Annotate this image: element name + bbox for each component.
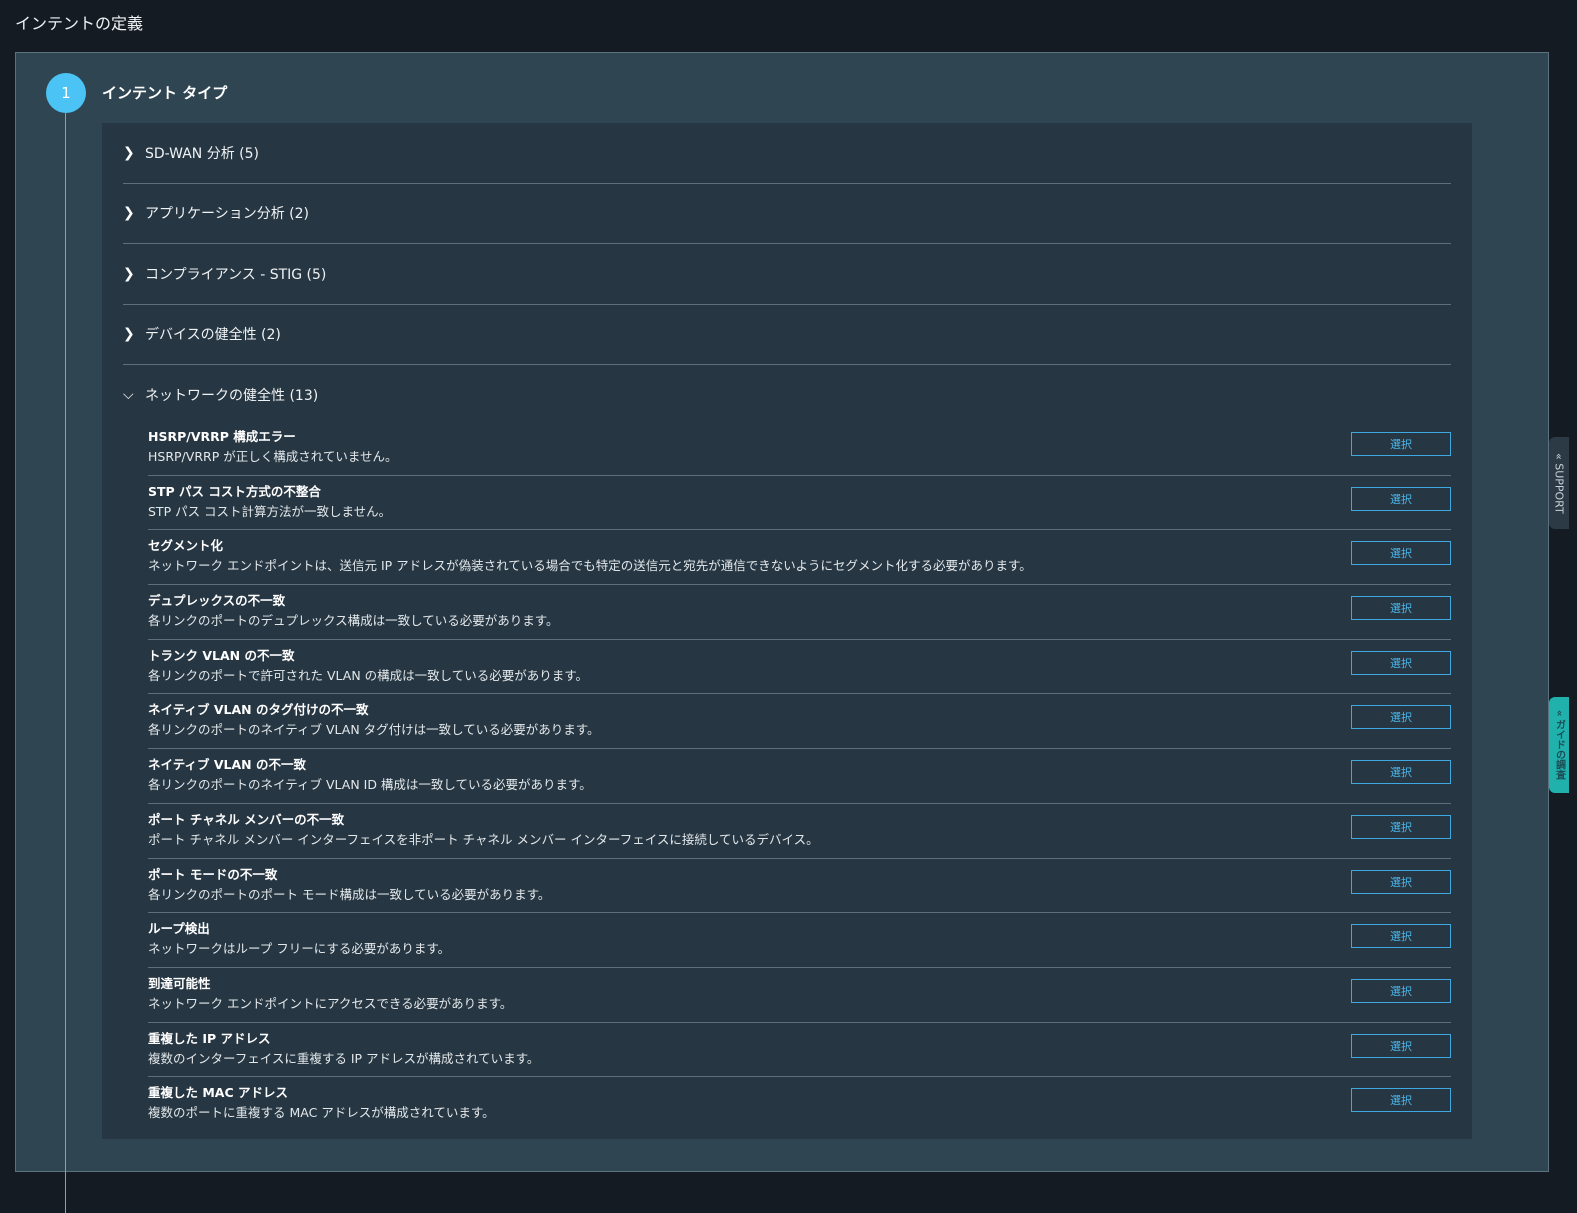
select-button[interactable]: 選択 (1351, 541, 1451, 566)
page-title: インテントの定義 (15, 14, 144, 33)
intent-title: ポート チャネル メンバーの不一致 (148, 811, 345, 827)
intent-list-item: トランク VLAN の不一致各リンクのポートで許可された VLAN の構成は一致… (148, 640, 1451, 695)
intent-list-item: ポート モードの不一致各リンクのポートのポート モード構成は一致している必要があ… (148, 859, 1451, 914)
chevron-right-icon: ❯ (123, 205, 135, 222)
intent-title: ループ検出 (148, 921, 210, 937)
intent-list-item: 重複した MAC アドレス複数のポートに重複する MAC アドレスが構成されてい… (148, 1077, 1451, 1132)
intent-type-list: ❯ SD-WAN 分析 (5) ❯ アプリケーション分析 (2) ❯ コンプライアンス -… (102, 123, 1472, 1139)
intent-description: STP パス コスト計算方法が一致しません。 (148, 503, 392, 519)
intent-title: ネイティブ VLAN の不一致 (148, 757, 306, 773)
category-label: ネットワークの健全性 (13) (145, 388, 319, 404)
chevron-right-icon: ❯ (123, 326, 135, 343)
intent-title: デュプレックスの不一致 (148, 593, 286, 609)
intent-description: HSRP/VRRP が正しく構成されていません。 (148, 449, 398, 464)
select-button[interactable]: 選択 (1351, 432, 1451, 456)
intent-description: 複数のポートに重複する MAC アドレスが構成されています。 (148, 1105, 495, 1121)
select-button[interactable]: 選択 (1351, 760, 1451, 785)
intent-description: 各リンクのポートのネイティブ VLAN タグ付けは一致している必要があります。 (148, 722, 600, 738)
select-button[interactable]: 選択 (1351, 705, 1451, 730)
intent-title: ポート モードの不一致 (148, 866, 278, 882)
intent-list-item: ネイティブ VLAN のタグ付けの不一致各リンクのポートのネイティブ VLAN … (148, 694, 1451, 750)
select-button[interactable]: 選択 (1351, 924, 1451, 949)
intent-title: HSRP/VRRP 構成エラー (148, 429, 296, 444)
intent-list-item: STP パス コスト方式の不整合 STP パス コスト計算方法が一致しません。 選択 (148, 476, 1451, 531)
category-label: デバイスの健全性 (2) (145, 327, 281, 344)
intent-description: ネットワーク エンドポイントは、送信元 IP アドレスが偽装されている場合でも特… (148, 558, 1032, 574)
intent-description: 複数のインターフェイスに重複する IP アドレスが構成されています。 (148, 1050, 540, 1066)
select-button[interactable]: 選択 (1351, 978, 1451, 1003)
intent-title: 重複した MAC アドレス (148, 1085, 288, 1101)
chevron-right-icon: ❯ (123, 265, 135, 282)
category-accordion[interactable]: ❯ コンプライアンス - STIG (5) (123, 244, 1451, 305)
category-accordion[interactable]: ❯ SD-WAN 分析 (5) (123, 123, 1451, 184)
step-title: インテント タイプ (102, 84, 228, 102)
select-button[interactable]: 選択 (1351, 596, 1451, 621)
chevron-right-icon: ❯ (123, 144, 135, 161)
intent-description: 各リンクのポートのポート モード構成は一致している必要があります。 (148, 886, 551, 902)
step-connector-line (65, 113, 66, 1213)
guide-tab[interactable]: « ガイドの調査 (1549, 697, 1569, 793)
select-button[interactable]: 選択 (1351, 814, 1451, 839)
category-label: コンプライアンス - STIG (5) (145, 266, 327, 283)
intent-description: 各リンクのポートのネイティブ VLAN ID 構成は一致している必要があります。 (148, 777, 592, 793)
intent-list-item: ループ検出ネットワークはループ フリーにする必要があります。 選択 (148, 913, 1451, 968)
intent-list-item: ポート チャネル メンバーの不一致ポート チャネル メンバー インターフェイスを… (148, 804, 1451, 859)
intent-title: 到達可能性 (148, 975, 211, 991)
select-button[interactable]: 選択 (1351, 1033, 1451, 1058)
intent-list-item: 到達可能性ネットワーク エンドポイントにアクセスできる必要があります。 選択 (148, 968, 1451, 1023)
intent-definition-panel: 1 インテント タイプ ❯ SD-WAN 分析 (5) ❯ アプリケーション分析 (2… (15, 52, 1549, 1213)
chevron-down-icon: ⌵ (123, 387, 134, 403)
select-button[interactable]: 選択 (1351, 869, 1451, 894)
intent-description: 各リンクのポートで許可された VLAN の構成は一致している必要があります。 (148, 667, 589, 683)
intent-title: ネイティブ VLAN のタグ付けの不一致 (148, 702, 369, 718)
intent-description: ネットワーク エンドポイントにアクセスできる必要があります。 (148, 995, 513, 1011)
step-number-badge: 1 (46, 73, 86, 113)
support-tab[interactable]: « SUPPORT (1549, 437, 1569, 529)
intent-list-item: HSRP/VRRP 構成エラー HSRP/VRRP が正しく構成されていません。 選… (148, 421, 1451, 476)
category-accordion[interactable]: ❯ デバイスの健全性 (2) (123, 305, 1451, 365)
intent-list-item: セグメント化ネットワーク エンドポイントは、送信元 IP アドレスが偽装されてい… (148, 530, 1451, 586)
category-label: SD-WAN 分析 (5) (145, 145, 260, 162)
category-accordion[interactable]: ⌵ ネットワークの健全性 (13) (123, 365, 1451, 421)
intent-description: ネットワークはループ フリーにする必要があります。 (148, 941, 451, 957)
intent-list-item: デュプレックスの不一致各リンクのポートのデュプレックス構成は一致している必要があ… (148, 585, 1451, 640)
intent-title: トランク VLAN の不一致 (148, 647, 295, 663)
select-button[interactable]: 選択 (1351, 486, 1451, 511)
category-label: アプリケーション分析 (2) (145, 206, 310, 223)
intent-title: セグメント化 (148, 538, 224, 554)
intent-title: STP パス コスト方式の不整合 (148, 483, 321, 499)
intent-description: ポート チャネル メンバー インターフェイスを非ポート チャネル メンバー イン… (148, 831, 819, 847)
select-button[interactable]: 選択 (1351, 1088, 1451, 1113)
select-button[interactable]: 選択 (1351, 650, 1451, 675)
category-accordion[interactable]: ❯ アプリケーション分析 (2) (123, 184, 1451, 244)
intent-title: 重複した IP アドレス (148, 1030, 271, 1046)
intent-list-item: 重複した IP アドレス複数のインターフェイスに重複する IP アドレスが構成さ… (148, 1023, 1451, 1078)
intent-list-item: ネイティブ VLAN の不一致各リンクのポートのネイティブ VLAN ID 構成… (148, 749, 1451, 804)
intent-description: 各リンクのポートのデュプレックス構成は一致している必要があります。 (148, 613, 559, 629)
